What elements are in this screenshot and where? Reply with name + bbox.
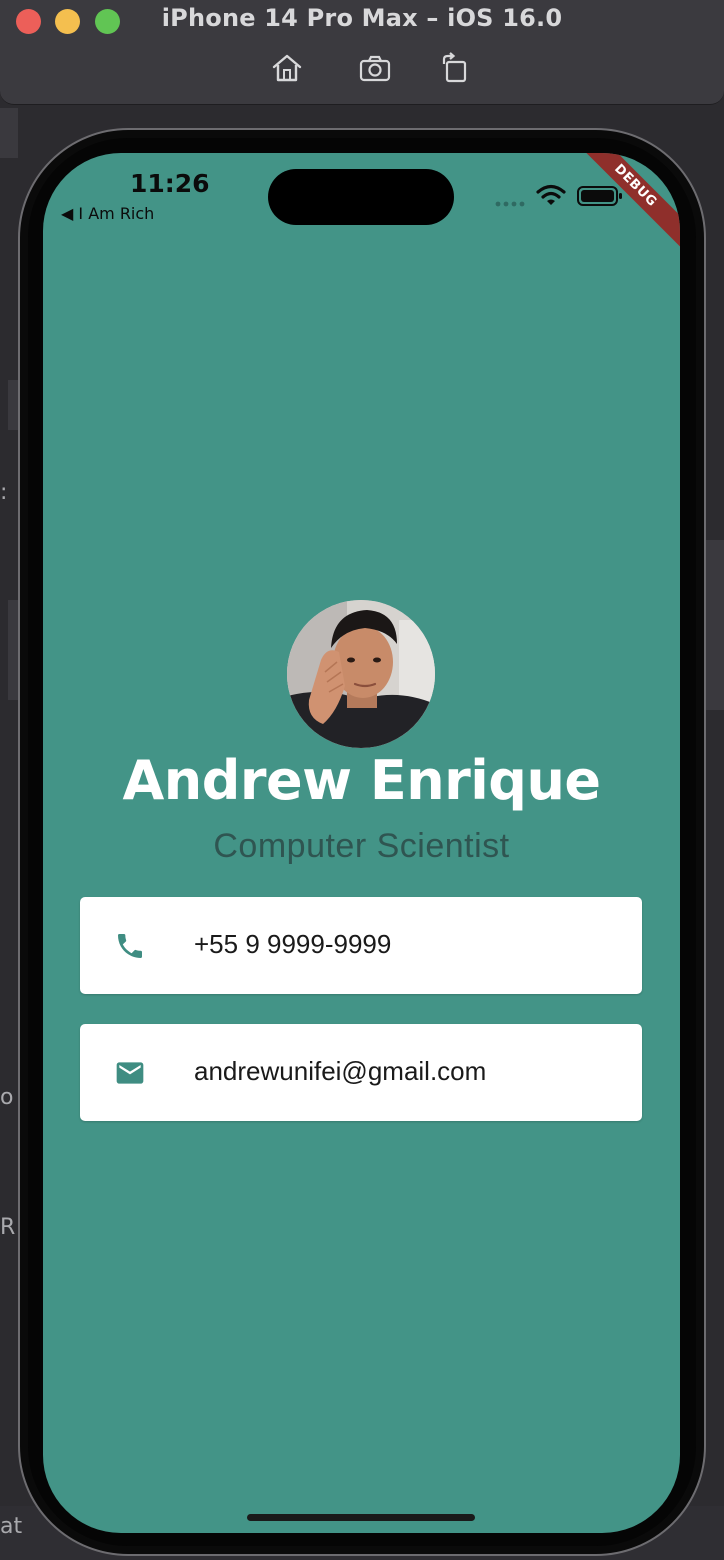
rotate-icon[interactable] bbox=[438, 52, 472, 84]
edge-panel-top bbox=[0, 108, 18, 158]
email-address: andrewunifei@gmail.com bbox=[194, 1056, 487, 1086]
cellular-signal-icon bbox=[495, 201, 525, 207]
window-title: iPhone 14 Pro Max – iOS 16.0 bbox=[161, 4, 563, 32]
simulator-titlebar: iPhone 14 Pro Max – iOS 16.0 bbox=[0, 0, 724, 105]
status-time: 11:26 bbox=[130, 169, 210, 198]
home-icon[interactable] bbox=[270, 52, 304, 84]
phone-icon bbox=[114, 930, 146, 962]
email-contact-card[interactable]: andrewunifei@gmail.com bbox=[80, 1024, 642, 1121]
dynamic-island bbox=[268, 169, 454, 225]
edge-text-fragment-c: at bbox=[0, 1514, 23, 1539]
profile-title: Computer Scientist bbox=[213, 827, 510, 865]
back-to-app-link[interactable]: ◀ I Am Rich bbox=[61, 204, 154, 223]
phone-number: +55 9 9999-9999 bbox=[194, 929, 392, 959]
edge-panel-mid bbox=[8, 380, 18, 430]
edge-panel-mid2 bbox=[8, 600, 18, 700]
email-icon bbox=[114, 1057, 146, 1089]
simulator-desktop: : o R at iPhone 14 Pro Max – iOS 16.0 11… bbox=[0, 0, 724, 1560]
profile-name: Andrew Enrique bbox=[122, 749, 601, 812]
home-indicator[interactable] bbox=[247, 1514, 475, 1521]
phone-contact-card[interactable]: +55 9 9999-9999 bbox=[80, 897, 642, 994]
edge-panel-right bbox=[706, 540, 724, 710]
edge-text-fragment-d: : bbox=[0, 480, 8, 505]
screenshot-icon[interactable] bbox=[358, 52, 392, 84]
edge-text-fragment-a: o bbox=[0, 1085, 14, 1110]
wifi-icon bbox=[536, 184, 566, 205]
profile-avatar bbox=[287, 600, 435, 748]
app-screen: 11:26 ◀ I Am Rich DEBUG Andrew Enrique C… bbox=[43, 153, 680, 1533]
edge-text-fragment-b: R bbox=[0, 1215, 16, 1240]
battery-icon bbox=[577, 186, 622, 206]
